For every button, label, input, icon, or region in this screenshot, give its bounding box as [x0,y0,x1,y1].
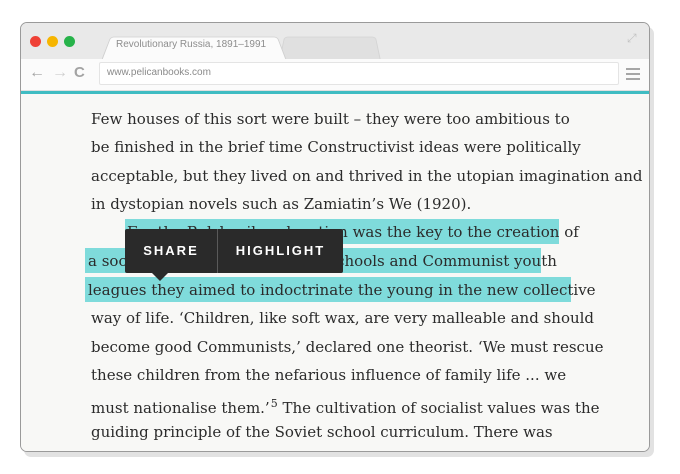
tab-title[interactable]: Revolutionary Russia, 1891–1991 [116,39,266,50]
highlight-button[interactable]: HIGHLIGHT [218,229,343,273]
url-text: www.pelicanbooks.com [107,67,211,78]
close-window-button[interactable] [30,36,41,47]
zoom-window-button[interactable] [64,36,75,47]
browser-window: Revolutionary Russia, 1891–1991 ⤢ ← → C … [20,22,650,452]
article-line-text: The cultivation of socialist values was … [282,399,600,417]
reload-icon[interactable]: C [74,63,85,83]
article-line[interactable]: these children from the nefarious influe… [91,364,566,386]
selection-popup: SHARE HIGHLIGHT [125,229,343,273]
back-arrow-icon[interactable]: ← [29,63,45,83]
hamburger-icon[interactable] [626,68,640,83]
article-line[interactable]: way of life. ‘Children, like soft wax, a… [91,307,594,329]
article-line[interactable]: be finished in the brief time Constructi… [91,136,581,158]
article-line[interactable]: acceptable, but they lived on and thrive… [91,165,643,187]
popup-caret-icon [152,273,168,281]
new-tab-button[interactable] [279,36,381,61]
forward-arrow-icon[interactable]: → [52,63,68,83]
article-line[interactable]: Few houses of this sort were built – the… [91,108,570,130]
article-line[interactable]: leagues they aimed to indoctrinate the y… [88,279,596,301]
minimize-window-button[interactable] [47,36,58,47]
title-bar: Revolutionary Russia, 1891–1991 ⤢ [21,23,649,61]
share-button[interactable]: SHARE [125,229,217,273]
article-line-text: must nationalise them.’ [91,399,270,417]
article-line[interactable]: in dystopian novels such as Zamiatin’s W… [91,193,471,215]
article-line[interactable]: must nationalise them.’5 The cultivation… [91,393,600,417]
article-content: Few houses of this sort were built – the… [21,94,649,451]
address-bar[interactable]: www.pelicanbooks.com [99,62,619,85]
fullscreen-icon[interactable]: ⤢ [627,31,641,45]
article-line[interactable]: become good Communists,’ declared one th… [91,336,603,358]
footnote-marker[interactable]: 5 [271,397,278,410]
article-line[interactable]: guiding principle of the Soviet school c… [91,421,553,443]
browser-toolbar: ← → C www.pelicanbooks.com [21,59,649,91]
